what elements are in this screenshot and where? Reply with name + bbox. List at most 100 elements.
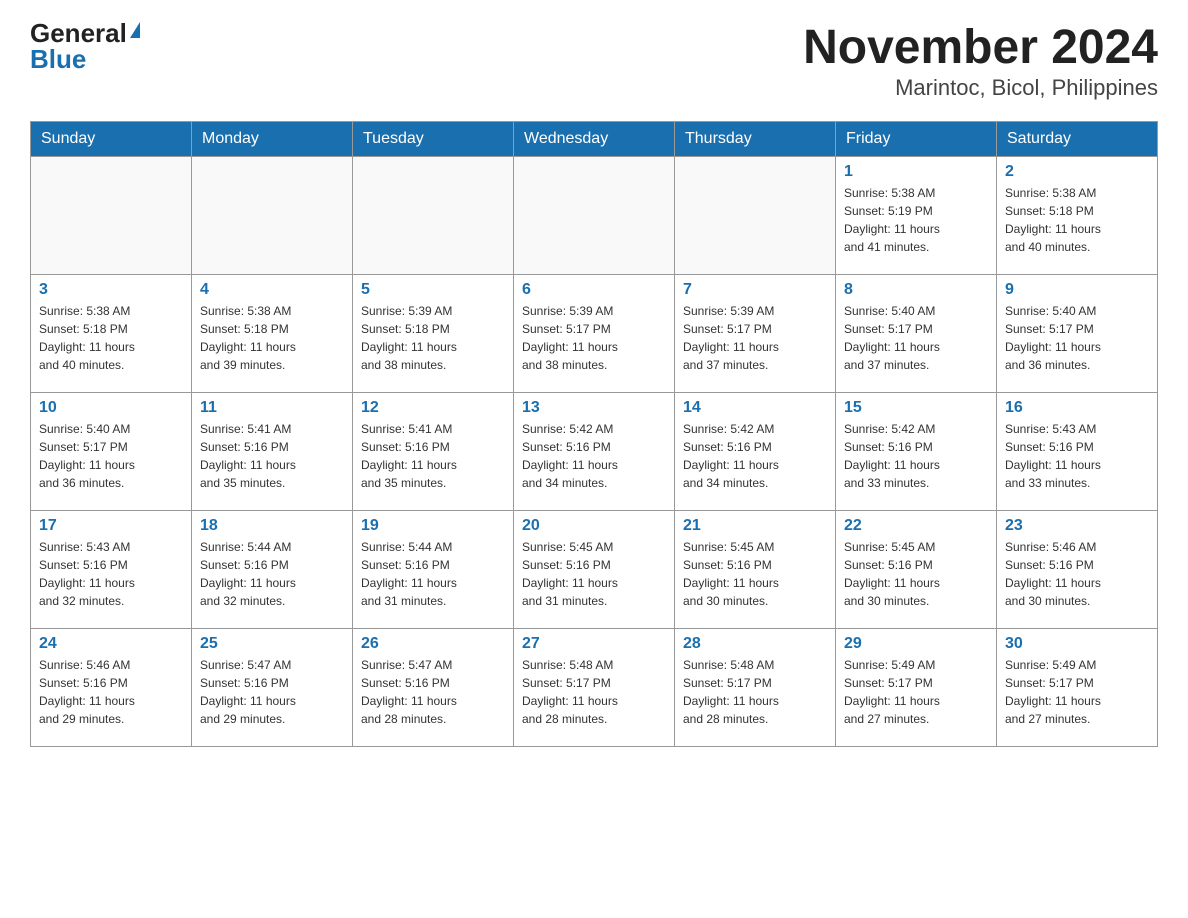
day-info: Sunrise: 5:46 AMSunset: 5:16 PMDaylight:… <box>1005 538 1149 610</box>
calendar-cell: 20 Sunrise: 5:45 AMSunset: 5:16 PMDayligh… <box>514 511 675 629</box>
day-info: Sunrise: 5:44 AMSunset: 5:16 PMDaylight:… <box>200 538 344 610</box>
day-info: Sunrise: 5:40 AMSunset: 5:17 PMDaylight:… <box>39 420 183 492</box>
day-number: 14 <box>683 399 827 417</box>
calendar-cell: 28 Sunrise: 5:48 AMSunset: 5:17 PMDayligh… <box>675 629 836 747</box>
calendar-cell <box>514 157 675 275</box>
day-number: 29 <box>844 635 988 653</box>
weekday-header-friday: Friday <box>836 122 997 157</box>
calendar-cell: 1 Sunrise: 5:38 AMSunset: 5:19 PMDaylight… <box>836 157 997 275</box>
day-info: Sunrise: 5:40 AMSunset: 5:17 PMDaylight:… <box>844 302 988 374</box>
day-number: 26 <box>361 635 505 653</box>
day-number: 22 <box>844 517 988 535</box>
calendar-cell: 18Sunrise: 5:44 AMSunset: 5:16 PMDayligh… <box>192 511 353 629</box>
day-number: 10 <box>39 399 183 417</box>
calendar-cell: 7Sunrise: 5:39 AMSunset: 5:17 PMDaylight… <box>675 275 836 393</box>
weekday-header-row: SundayMondayTuesdayWednesdayThursdayFrid… <box>31 122 1158 157</box>
weekday-header-monday: Monday <box>192 122 353 157</box>
logo-general-text: General <box>30 20 127 46</box>
calendar-cell: 3Sunrise: 5:38 AMSunset: 5:18 PMDaylight… <box>31 275 192 393</box>
calendar-cell: 9Sunrise: 5:40 AMSunset: 5:17 PMDaylight… <box>997 275 1158 393</box>
day-info: Sunrise: 5:39 AMSunset: 5:18 PMDaylight:… <box>361 302 505 374</box>
calendar-cell: 30 Sunrise: 5:49 AMSunset: 5:17 PMDayligh… <box>997 629 1158 747</box>
day-number: 7 <box>683 281 827 299</box>
calendar-table: SundayMondayTuesdayWednesdayThursdayFrid… <box>30 121 1158 747</box>
calendar-cell <box>192 157 353 275</box>
page-header: General Blue November 2024 Marintoc, Bic… <box>30 20 1158 101</box>
calendar-cell: 27Sunrise: 5:48 AMSunset: 5:17 PMDayligh… <box>514 629 675 747</box>
day-info: Sunrise: 5:41 AMSunset: 5:16 PMDaylight:… <box>200 420 344 492</box>
calendar-cell <box>31 157 192 275</box>
day-number: 28 <box>683 635 827 653</box>
day-info: Sunrise: 5:38 AMSunset: 5:18 PMDaylight:… <box>1005 184 1149 256</box>
day-number: 1 <box>844 163 988 181</box>
day-number: 2 <box>1005 163 1149 181</box>
day-number: 17 <box>39 517 183 535</box>
day-info: Sunrise: 5:45 AMSunset: 5:16 PMDaylight:… <box>683 538 827 610</box>
day-number: 27 <box>522 635 666 653</box>
day-info: Sunrise: 5:42 AMSunset: 5:16 PMDaylight:… <box>844 420 988 492</box>
day-number: 30 <box>1005 635 1149 653</box>
calendar-cell: 12Sunrise: 5:41 AMSunset: 5:16 PMDayligh… <box>353 393 514 511</box>
calendar-cell: 2 Sunrise: 5:38 AMSunset: 5:18 PMDaylight… <box>997 157 1158 275</box>
day-number: 8 <box>844 281 988 299</box>
calendar-cell: 21 Sunrise: 5:45 AMSunset: 5:16 PMDayligh… <box>675 511 836 629</box>
day-number: 20 <box>522 517 666 535</box>
calendar-cell: 22 Sunrise: 5:45 AMSunset: 5:16 PMDayligh… <box>836 511 997 629</box>
day-info: Sunrise: 5:46 AMSunset: 5:16 PMDaylight:… <box>39 656 183 728</box>
calendar-cell: 5 Sunrise: 5:39 AMSunset: 5:18 PMDaylight… <box>353 275 514 393</box>
day-number: 25 <box>200 635 344 653</box>
calendar-week-row: 1 Sunrise: 5:38 AMSunset: 5:19 PMDaylight… <box>31 157 1158 275</box>
day-number: 6 <box>522 281 666 299</box>
calendar-week-row: 3Sunrise: 5:38 AMSunset: 5:18 PMDaylight… <box>31 275 1158 393</box>
day-number: 4 <box>200 281 344 299</box>
calendar-cell: 25 Sunrise: 5:47 AMSunset: 5:16 PMDayligh… <box>192 629 353 747</box>
day-info: Sunrise: 5:41 AMSunset: 5:16 PMDaylight:… <box>361 420 505 492</box>
day-info: Sunrise: 5:48 AMSunset: 5:17 PMDaylight:… <box>683 656 827 728</box>
day-info: Sunrise: 5:39 AMSunset: 5:17 PMDaylight:… <box>522 302 666 374</box>
calendar-cell: 10 Sunrise: 5:40 AMSunset: 5:17 PMDayligh… <box>31 393 192 511</box>
calendar-cell: 17Sunrise: 5:43 AMSunset: 5:16 PMDayligh… <box>31 511 192 629</box>
logo: General Blue <box>30 20 140 72</box>
calendar-cell: 6 Sunrise: 5:39 AMSunset: 5:17 PMDaylight… <box>514 275 675 393</box>
day-info: Sunrise: 5:45 AMSunset: 5:16 PMDaylight:… <box>522 538 666 610</box>
day-info: Sunrise: 5:45 AMSunset: 5:16 PMDaylight:… <box>844 538 988 610</box>
calendar-cell: 16Sunrise: 5:43 AMSunset: 5:16 PMDayligh… <box>997 393 1158 511</box>
day-number: 24 <box>39 635 183 653</box>
day-info: Sunrise: 5:38 AMSunset: 5:18 PMDaylight:… <box>200 302 344 374</box>
day-number: 13 <box>522 399 666 417</box>
calendar-cell: 11 Sunrise: 5:41 AMSunset: 5:16 PMDayligh… <box>192 393 353 511</box>
day-info: Sunrise: 5:49 AMSunset: 5:17 PMDaylight:… <box>844 656 988 728</box>
calendar-cell: 24 Sunrise: 5:46 AMSunset: 5:16 PMDayligh… <box>31 629 192 747</box>
calendar-cell: 15 Sunrise: 5:42 AMSunset: 5:16 PMDayligh… <box>836 393 997 511</box>
calendar-week-row: 10 Sunrise: 5:40 AMSunset: 5:17 PMDayligh… <box>31 393 1158 511</box>
day-number: 11 <box>200 399 344 417</box>
day-info: Sunrise: 5:40 AMSunset: 5:17 PMDaylight:… <box>1005 302 1149 374</box>
calendar-cell: 8 Sunrise: 5:40 AMSunset: 5:17 PMDaylight… <box>836 275 997 393</box>
day-number: 21 <box>683 517 827 535</box>
calendar-cell: 14 Sunrise: 5:42 AMSunset: 5:16 PMDayligh… <box>675 393 836 511</box>
calendar-cell <box>353 157 514 275</box>
weekday-header-wednesday: Wednesday <box>514 122 675 157</box>
day-number: 5 <box>361 281 505 299</box>
calendar-cell: 23 Sunrise: 5:46 AMSunset: 5:16 PMDayligh… <box>997 511 1158 629</box>
day-info: Sunrise: 5:43 AMSunset: 5:16 PMDaylight:… <box>1005 420 1149 492</box>
day-info: Sunrise: 5:47 AMSunset: 5:16 PMDaylight:… <box>361 656 505 728</box>
calendar-cell: 19Sunrise: 5:44 AMSunset: 5:16 PMDayligh… <box>353 511 514 629</box>
calendar-cell <box>675 157 836 275</box>
calendar-cell: 13Sunrise: 5:42 AMSunset: 5:16 PMDayligh… <box>514 393 675 511</box>
day-number: 23 <box>1005 517 1149 535</box>
day-number: 15 <box>844 399 988 417</box>
weekday-header-thursday: Thursday <box>675 122 836 157</box>
calendar-title: November 2024 <box>803 20 1158 75</box>
weekday-header-tuesday: Tuesday <box>353 122 514 157</box>
calendar-week-row: 17Sunrise: 5:43 AMSunset: 5:16 PMDayligh… <box>31 511 1158 629</box>
calendar-subtitle: Marintoc, Bicol, Philippines <box>803 75 1158 101</box>
day-info: Sunrise: 5:38 AMSunset: 5:18 PMDaylight:… <box>39 302 183 374</box>
day-info: Sunrise: 5:49 AMSunset: 5:17 PMDaylight:… <box>1005 656 1149 728</box>
day-info: Sunrise: 5:47 AMSunset: 5:16 PMDaylight:… <box>200 656 344 728</box>
day-info: Sunrise: 5:42 AMSunset: 5:16 PMDaylight:… <box>683 420 827 492</box>
calendar-week-row: 24 Sunrise: 5:46 AMSunset: 5:16 PMDayligh… <box>31 629 1158 747</box>
logo-blue-text: Blue <box>30 46 86 72</box>
calendar-cell: 26 Sunrise: 5:47 AMSunset: 5:16 PMDayligh… <box>353 629 514 747</box>
day-info: Sunrise: 5:38 AMSunset: 5:19 PMDaylight:… <box>844 184 988 256</box>
